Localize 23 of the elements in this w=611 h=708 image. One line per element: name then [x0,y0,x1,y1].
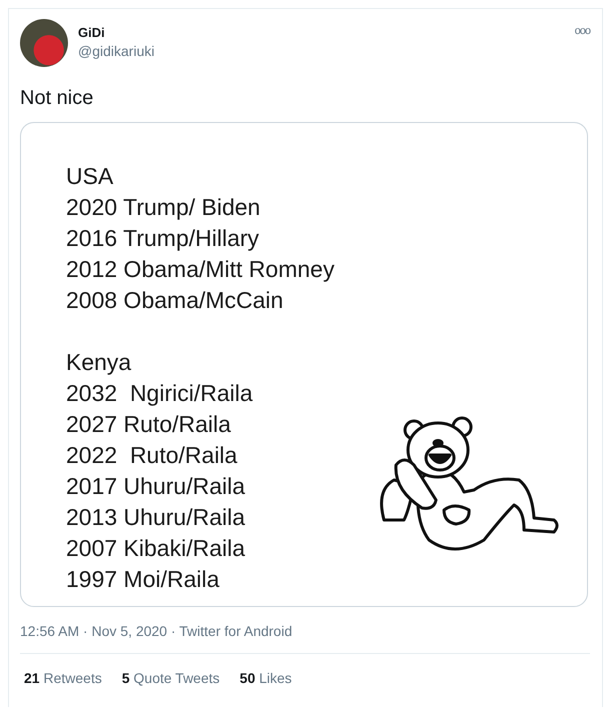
tweet-meta: 12:56 AM · Nov 5, 2020 · Twitter for Android [20,607,590,654]
text-line: 2008 Obama/McCain [66,286,284,315]
text-line: 2007 Kibaki/Raila [66,534,246,563]
stat-link[interactable]: 21 Retweets [24,670,102,686]
stat-link[interactable]: 50 Likes [240,670,292,686]
text-line: 2012 Obama/Mitt Romney [66,255,334,284]
tweet-text: Not nice [20,87,94,110]
text-line: 2016 Trump/Hillary [66,224,260,253]
section-heading: USA [66,162,114,191]
text-line: 2032 Ngirici/Raila [66,379,254,408]
section-heading: Kenya [66,348,132,377]
text-line: 1997 Moi/Raila [66,565,220,594]
more-button[interactable]: ooo [574,25,590,37]
author-name: GiDi [78,25,106,40]
text-line: 2013 Uhuru/Raila [66,503,246,532]
avatar[interactable] [20,19,68,67]
stat-link[interactable]: 5 Quote Tweets [122,670,220,686]
text-line: 2022 Ruto/Raila [66,441,238,470]
text-line: 2020 Trump/ Biden [66,193,262,222]
author-handle: @gidikariuki [78,43,156,59]
text-line: 2027 Ruto/Raila [66,410,232,439]
media-image[interactable] [20,122,588,607]
text-line: 2017 Uhuru/Raila [66,472,246,501]
